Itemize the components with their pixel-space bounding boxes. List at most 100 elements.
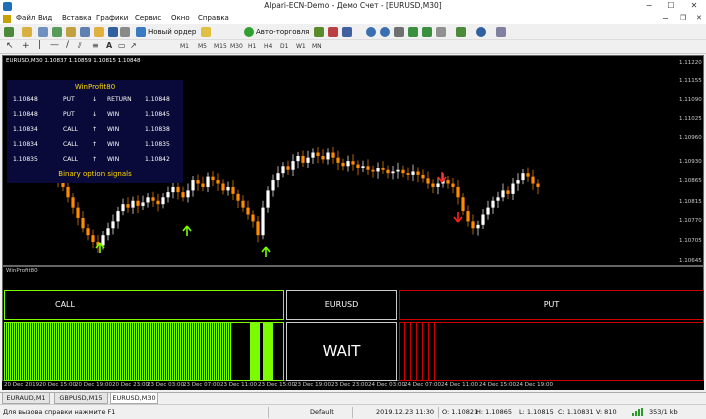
timeframe-mn[interactable]: MN	[312, 42, 322, 52]
call-signal-bar	[122, 323, 124, 380]
call-signal-bar	[250, 323, 260, 380]
indicators-icon[interactable]	[456, 27, 466, 37]
chart-shift-icon[interactable]	[408, 27, 418, 37]
candlestick-icon[interactable]	[328, 27, 338, 37]
new-chart-icon[interactable]	[4, 27, 14, 37]
fibonacci-icon[interactable]: ≡	[92, 41, 99, 50]
tab-eurusd-m30[interactable]: EURUSD,M30	[110, 393, 158, 404]
winprofit-cell: WIN	[107, 126, 120, 133]
child-close-button[interactable]: ✕	[696, 14, 702, 22]
terminal-icon[interactable]	[80, 27, 90, 37]
horizontal-line-icon[interactable]: —	[50, 40, 59, 50]
vertical-line-icon[interactable]: |	[38, 40, 41, 50]
navigator-icon[interactable]	[66, 27, 76, 37]
timeframe-m15[interactable]: M15	[214, 42, 227, 52]
data-window-icon[interactable]	[52, 27, 62, 37]
auto-trading-icon	[244, 27, 254, 37]
call-box: CALL	[4, 290, 284, 320]
timeframe-w1[interactable]: W1	[296, 42, 306, 52]
call-signal-bar	[184, 323, 186, 380]
menu-tools[interactable]: Сервис	[135, 14, 161, 22]
candle-body	[101, 235, 105, 246]
tab-euraud-m1[interactable]: EURAUD,M1	[2, 393, 50, 404]
candle-body	[86, 228, 90, 236]
winprofit-cell: ↓	[92, 111, 98, 118]
profiles-icon[interactable]	[22, 27, 32, 37]
timeframe-m1[interactable]: M1	[180, 42, 189, 52]
menu-charts[interactable]: Графики	[96, 14, 128, 22]
call-signal-bar	[118, 323, 120, 380]
candle-body	[176, 186, 180, 193]
candle-body	[386, 169, 390, 174]
price-chart[interactable]: EURUSD,M30 1.10837 1.10859 1.10815 1.108…	[2, 55, 704, 266]
candle-body	[131, 200, 135, 208]
line-chart-icon[interactable]	[342, 27, 352, 37]
autoscroll-icon[interactable]	[422, 27, 432, 37]
call-signal-bar	[84, 323, 86, 380]
tile-windows-icon[interactable]	[394, 27, 404, 37]
candle-body	[91, 235, 95, 243]
call-signal-bar	[186, 323, 188, 380]
options-icon[interactable]	[120, 27, 130, 37]
minimize-button[interactable]: −	[638, 0, 660, 13]
winprofit-cell: 1.10842	[145, 156, 170, 163]
metaeditor-icon[interactable]	[108, 27, 118, 37]
channel-icon[interactable]: ⫽	[78, 41, 82, 51]
timeframe-m30[interactable]: M30	[230, 42, 243, 52]
candle-body	[186, 190, 190, 198]
timeframe-h4[interactable]: H4	[264, 42, 272, 52]
text-icon[interactable]: A	[106, 41, 112, 50]
timeframe-d1[interactable]: D1	[280, 42, 288, 52]
call-signal-bar	[214, 323, 216, 380]
price-tick-label: 1.10705	[679, 238, 702, 244]
menu-view[interactable]: Вид	[38, 14, 52, 22]
arrows-icon[interactable]: ↗	[130, 41, 137, 50]
auto-trading-button[interactable]: Авто-торговля	[244, 26, 309, 38]
child-minimize-button[interactable]: −	[662, 14, 669, 23]
put-signal-bar	[410, 323, 411, 380]
candle-body	[491, 200, 495, 208]
call-signal-bar	[54, 323, 56, 380]
metaeditor-button[interactable]	[201, 26, 213, 38]
strategy-tester-icon[interactable]	[94, 27, 104, 37]
call-signal-bar	[60, 323, 62, 380]
menu-help[interactable]: Справка	[198, 14, 229, 22]
maximize-button[interactable]: ☐	[660, 0, 682, 13]
bar-datetime: 2019.12.23 11:30	[376, 408, 435, 416]
templates-icon[interactable]	[496, 27, 506, 37]
bar-chart-icon[interactable]	[314, 27, 324, 37]
periods-icon[interactable]	[476, 27, 486, 37]
call-signal-bar	[196, 323, 198, 380]
zoom-in-icon[interactable]	[366, 27, 376, 37]
trendline-icon[interactable]: /	[66, 40, 69, 50]
crosshair-icon[interactable]: +	[22, 41, 30, 51]
close-button[interactable]: ✕	[683, 0, 705, 13]
new-order-button[interactable]: Новый ордер	[136, 26, 196, 38]
call-signal-bar	[150, 323, 152, 380]
candle-body	[381, 168, 385, 170]
label-icon[interactable]: ▭	[118, 41, 126, 50]
timeframe-m5[interactable]: M5	[198, 42, 207, 52]
grid-icon[interactable]	[436, 27, 446, 37]
market-watch-icon[interactable]	[38, 27, 48, 37]
child-restore-button[interactable]: ❐	[680, 14, 686, 22]
winprofit-cell: 1.10848	[13, 111, 38, 118]
menu-window[interactable]: Окно	[171, 14, 190, 22]
call-signal-bar	[40, 323, 42, 380]
candle-body	[356, 164, 360, 169]
candle-body	[391, 171, 395, 174]
cursor-icon[interactable]: ↖	[6, 41, 14, 51]
menu-insert[interactable]: Вставка	[62, 14, 92, 22]
candle-body	[396, 169, 400, 172]
winprofit-cell: 1.10835	[145, 141, 170, 148]
menu-file[interactable]: Файл	[16, 14, 35, 22]
candle-body	[81, 217, 85, 229]
candle-body	[366, 166, 370, 170]
candle-body	[436, 183, 440, 187]
candle-body	[411, 171, 415, 175]
candle-body	[376, 168, 380, 172]
candle-body	[256, 221, 260, 236]
zoom-out-icon[interactable]	[380, 27, 390, 37]
tab-gbpusd-m15[interactable]: GBPUSD,M15	[54, 393, 108, 404]
timeframe-h1[interactable]: H1	[248, 42, 256, 52]
